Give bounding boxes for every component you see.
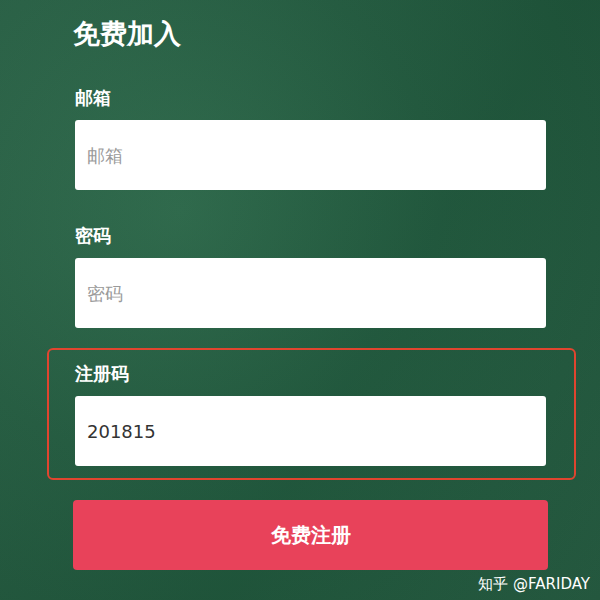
field-input[interactable] (75, 258, 546, 328)
signup-form: 免费加入邮箱密码注册码免费注册 (0, 0, 600, 570)
field-label: 密码 (75, 224, 546, 248)
register-button[interactable]: 免费注册 (73, 500, 548, 570)
form-field: 密码 (47, 210, 576, 342)
watermark: 知乎 @FARIDAY (478, 574, 590, 594)
field-input[interactable] (75, 396, 546, 466)
field-input[interactable] (75, 120, 546, 190)
field-label: 邮箱 (75, 86, 546, 110)
field-list: 邮箱密码注册码 (73, 72, 548, 480)
form-field: 注册码 (47, 348, 576, 480)
field-label: 注册码 (75, 362, 546, 386)
form-field: 邮箱 (47, 72, 576, 204)
form-title: 免费加入 (73, 14, 548, 54)
